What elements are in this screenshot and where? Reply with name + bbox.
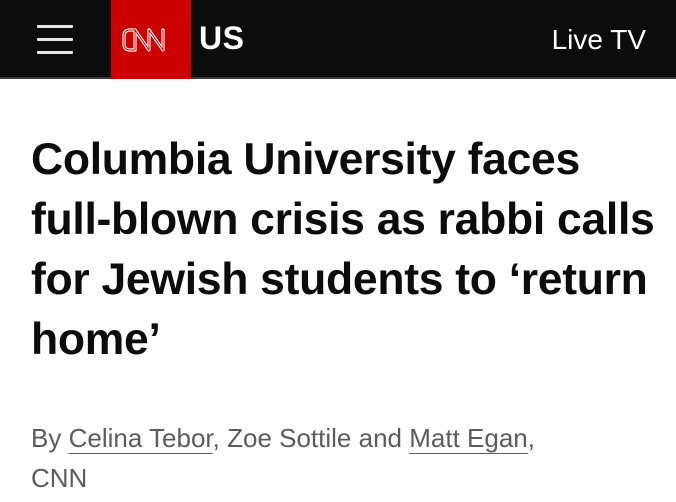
byline-separator: ,: [212, 423, 228, 453]
byline-separator: ,: [527, 423, 535, 453]
live-tv-link[interactable]: Live TV: [552, 24, 646, 56]
author-link-celina-tebor[interactable]: Celina Tebor: [69, 423, 213, 453]
author-name-zoe-sottile: Zoe Sottile: [227, 423, 352, 453]
article-byline: By Celina Tebor, Zoe Sottile and Matt Eg…: [31, 418, 651, 498]
section-title[interactable]: US: [199, 20, 244, 57]
byline-prefix: By: [31, 423, 69, 453]
author-link-matt-egan[interactable]: Matt Egan: [409, 423, 528, 453]
hamburger-menu-icon[interactable]: [37, 22, 73, 56]
cnn-logo-icon: [122, 28, 165, 52]
article-headline: Columbia University faces full-blown cri…: [31, 135, 655, 364]
byline-separator: and: [351, 423, 410, 453]
cnn-logo[interactable]: [111, 0, 191, 79]
byline-outlet: CNN: [31, 463, 88, 493]
top-navigation-bar: US Live TV: [0, 0, 676, 79]
